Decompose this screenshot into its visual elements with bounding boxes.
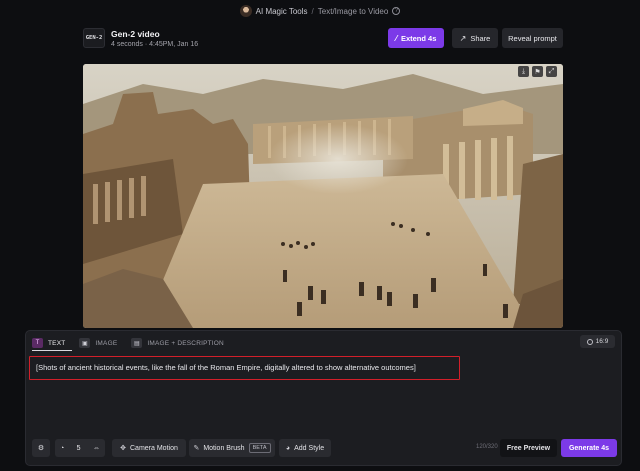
palette-icon: ◕ bbox=[285, 444, 291, 452]
bookmark-icon[interactable]: ⚑ bbox=[532, 66, 543, 77]
motion-speed-value: 5 bbox=[76, 444, 81, 452]
settings-button[interactable]: ⚙ bbox=[32, 439, 50, 457]
brush-icon: ✎ bbox=[193, 445, 200, 452]
workspace-avatar[interactable] bbox=[239, 5, 252, 17]
breadcrumb-workspace[interactable]: AI Magic Tools bbox=[256, 7, 308, 16]
active-tab-indicator bbox=[32, 350, 72, 351]
gen2-logo: GEN-2 bbox=[83, 28, 105, 48]
aspect-ratio-button[interactable]: 16:9 bbox=[580, 335, 615, 348]
add-style-label: Add Style bbox=[294, 444, 325, 452]
reveal-prompt-button[interactable]: Reveal prompt bbox=[502, 28, 563, 48]
tab-text-label: TEXT bbox=[48, 339, 66, 347]
breadcrumb: AI Magic Tools / Text/Image to Video ? bbox=[0, 0, 640, 22]
share-button[interactable]: ↗ Share bbox=[452, 28, 498, 48]
aspect-ratio-icon bbox=[586, 338, 593, 345]
prompt-panel: T TEXT ▣ IMAGE ▤ IMAGE + DESCRIPTION 16:… bbox=[25, 330, 622, 466]
magic-wand-icon: ⁄ bbox=[395, 33, 397, 43]
motion-speed-stepper[interactable]: ◔ 5 ⇔ bbox=[55, 439, 105, 457]
tab-image-description-label: IMAGE + DESCRIPTION bbox=[147, 339, 224, 347]
reveal-prompt-label: Reveal prompt bbox=[508, 33, 557, 43]
video-player[interactable]: ⤓ ⚑ ⤢ bbox=[83, 64, 563, 328]
add-style-button[interactable]: ◕ Add Style bbox=[279, 439, 331, 457]
camera-motion-label: Camera Motion bbox=[130, 444, 178, 452]
video-header: GEN-2 Gen-2 video 4 seconds · 4:45PM, Ja… bbox=[83, 27, 563, 51]
character-count: 120/320 bbox=[476, 444, 498, 450]
image-icon: ▣ bbox=[79, 338, 91, 348]
extend-label: Extend 4s bbox=[400, 33, 437, 43]
motion-brush-label: Motion Brush bbox=[203, 444, 245, 452]
motion-brush-button[interactable]: ✎ Motion Brush BETA bbox=[189, 439, 275, 457]
generate-button[interactable]: Generate 4s bbox=[561, 439, 617, 457]
tab-image[interactable]: ▣ IMAGE bbox=[79, 338, 117, 348]
extend-button[interactable]: ⁄ Extend 4s bbox=[388, 28, 444, 48]
text-icon: T bbox=[32, 338, 43, 348]
breadcrumb-page[interactable]: Text/Image to Video bbox=[318, 7, 389, 16]
speedometer-icon: ◔ bbox=[60, 444, 65, 452]
video-meta: 4 seconds · 4:45PM, Jan 16 bbox=[111, 41, 199, 48]
sliders-icon: ⚙ bbox=[37, 445, 45, 452]
stepper-adjust-icon[interactable]: ⇔ bbox=[93, 445, 100, 452]
help-circle-icon[interactable]: ? bbox=[392, 7, 401, 15]
prompt-input[interactable]: [Shots of ancient historical events, lik… bbox=[29, 356, 460, 380]
tab-image-label: IMAGE bbox=[95, 339, 118, 347]
tab-text[interactable]: T TEXT bbox=[32, 338, 65, 348]
share-label: Share bbox=[470, 33, 491, 43]
free-preview-label: Free Preview bbox=[506, 444, 551, 452]
image-description-icon: ▤ bbox=[131, 338, 143, 348]
camera-motion-icon: ✥ bbox=[120, 445, 126, 452]
video-frame-scene bbox=[83, 64, 563, 328]
free-preview-button[interactable]: Free Preview bbox=[500, 439, 557, 457]
mode-tabs: T TEXT ▣ IMAGE ▤ IMAGE + DESCRIPTION bbox=[32, 336, 238, 350]
generation-toolbar: ⚙ ◔ 5 ⇔ ✥ Camera Motion ✎ Motion Brush B… bbox=[32, 439, 617, 457]
generate-label: Generate 4s bbox=[568, 444, 610, 452]
fullscreen-icon[interactable]: ⤢ bbox=[546, 66, 557, 77]
breadcrumb-separator: / bbox=[311, 6, 314, 16]
share-icon: ↗ bbox=[459, 33, 467, 43]
download-icon[interactable]: ⤓ bbox=[518, 66, 529, 77]
beta-badge: BETA bbox=[248, 443, 271, 453]
video-title: Gen-2 video bbox=[111, 29, 160, 39]
tab-image-description[interactable]: ▤ IMAGE + DESCRIPTION bbox=[131, 338, 224, 348]
aspect-ratio-label: 16:9 bbox=[595, 338, 609, 345]
camera-motion-button[interactable]: ✥ Camera Motion bbox=[112, 439, 186, 457]
